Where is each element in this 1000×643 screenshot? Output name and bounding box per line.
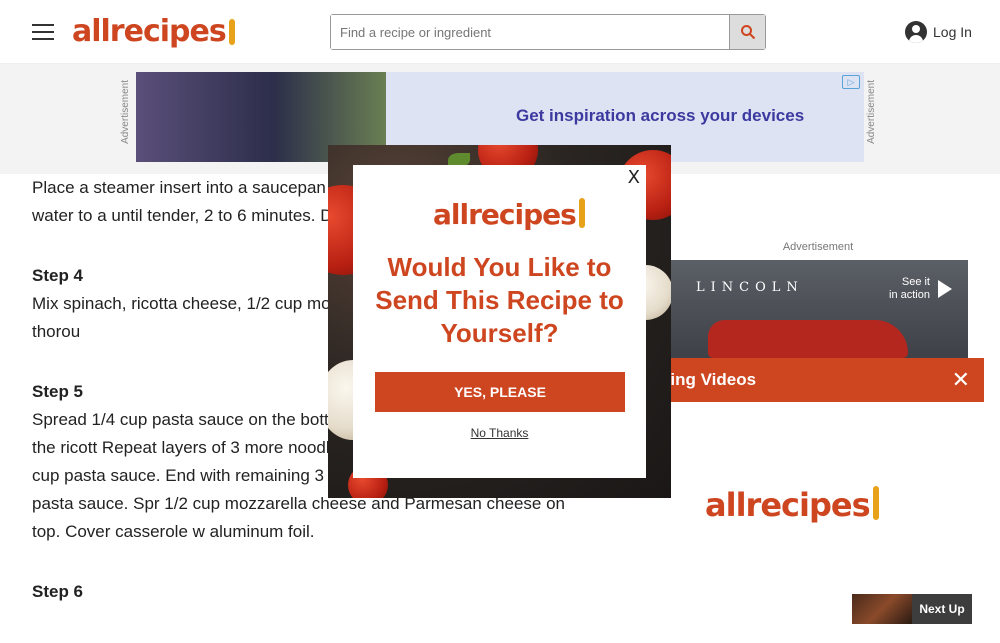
no-thanks-link[interactable]: No Thanks [353,426,646,440]
video-brand: LINCOLN [696,280,804,295]
ad-side-label-left: Advertisement [120,80,131,144]
step-6: Step 6 [32,578,592,606]
search-input[interactable] [331,15,729,49]
user-icon [905,21,927,43]
search-button[interactable] [729,15,765,49]
spoon-icon [228,19,235,45]
video-ad[interactable]: LINCOLN See it in action [668,260,968,360]
menu-icon[interactable] [32,24,54,40]
login-label: Log In [933,24,972,40]
video-tagline: See it in action [889,276,930,301]
trending-logo: allrecipes [705,486,879,524]
adchoices-icon[interactable]: ▷ [842,75,860,89]
modal-logo: allrecipes [433,198,585,231]
step-title: Step 6 [32,582,84,601]
next-up-thumbnail [852,594,912,624]
trending-videos-label: ding Videos [660,370,757,389]
site-logo[interactable]: allrecipes [72,14,235,49]
next-up-widget[interactable]: Next Up [852,594,972,624]
right-ad-label: Advertisement [782,241,854,253]
login-link[interactable]: Log In [905,21,972,43]
send-recipe-modal: X allrecipes Would You Like to Send This… [353,165,646,478]
close-icon[interactable]: ✕ [952,369,970,391]
search-icon [740,25,755,40]
car-image [708,320,908,358]
play-icon[interactable] [938,280,952,298]
next-up-label: Next Up [919,602,965,616]
modal-close-button[interactable]: X [628,167,640,188]
modal-title: Would You Like to Send This Recipe to Yo… [375,252,624,348]
spoon-icon [578,198,585,228]
banner-ad-text: Get inspiration across your devices [516,106,805,125]
spoon-icon [872,486,879,520]
search-bar [330,14,766,50]
ad-side-label-right: Advertisement [866,80,877,144]
site-header: allrecipes Log In [0,0,1000,64]
yes-please-button[interactable]: YES, PLEASE [375,372,625,412]
